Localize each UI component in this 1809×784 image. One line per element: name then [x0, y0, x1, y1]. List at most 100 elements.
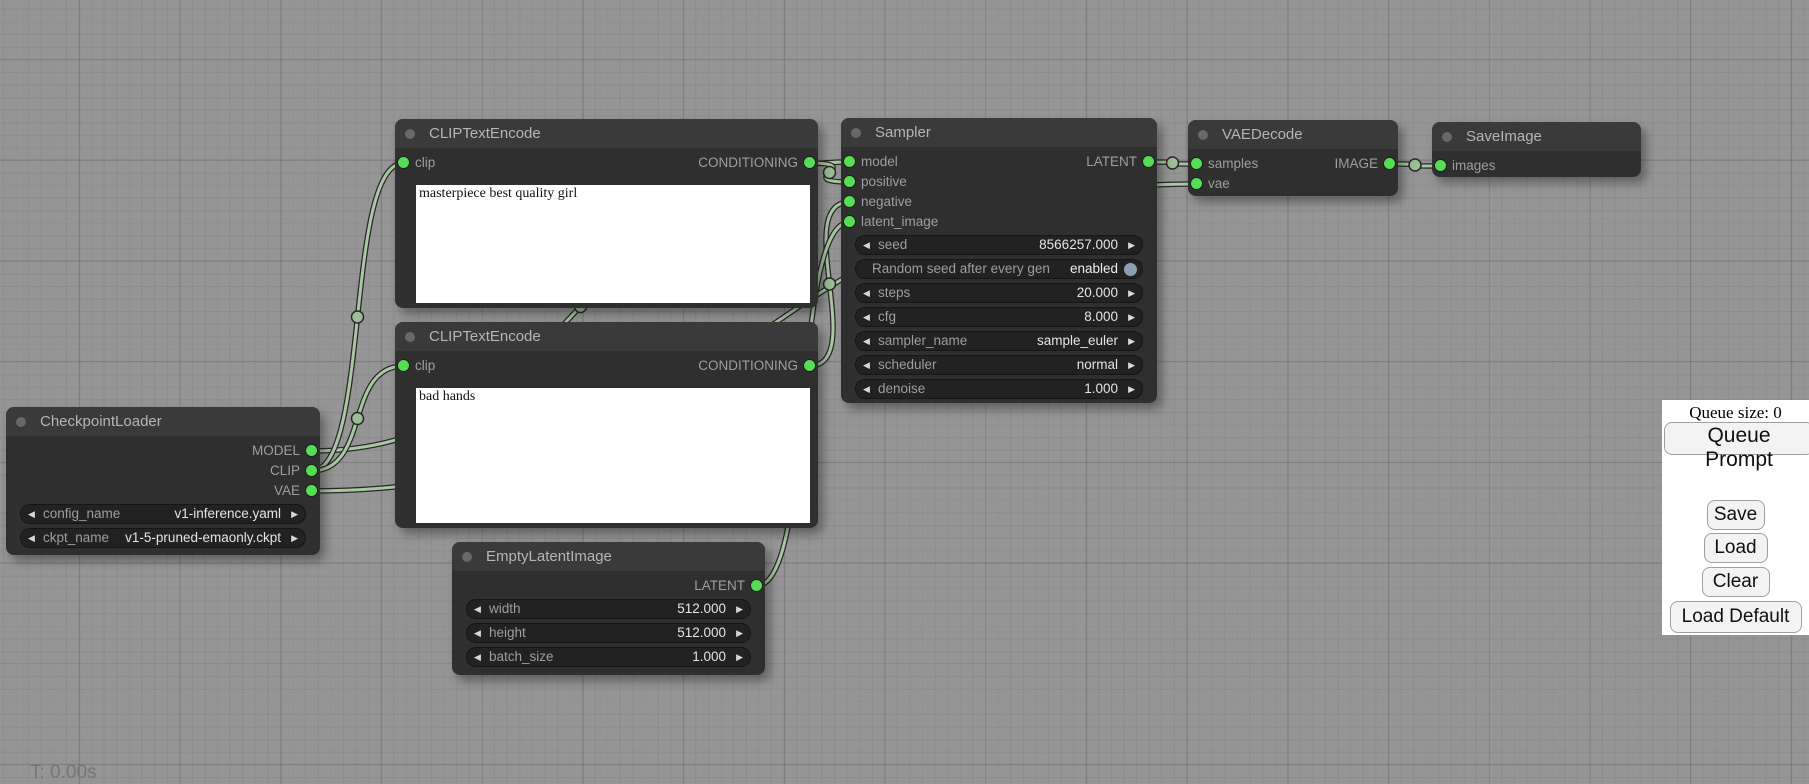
load-default-button[interactable]: Load Default — [1670, 601, 1802, 633]
node-title-bar[interactable]: EmptyLatentImage — [452, 542, 765, 571]
arrow-left-icon[interactable]: ◀ — [863, 284, 870, 302]
widget-height[interactable]: ◀▶height512.000 — [466, 623, 751, 643]
port-label: model — [861, 155, 898, 169]
port-dot-icon[interactable] — [844, 216, 855, 227]
widget-batch-size[interactable]: ◀▶batch_size1.000 — [466, 647, 751, 667]
port-dot-icon[interactable] — [306, 445, 317, 456]
port-label: positive — [861, 175, 907, 189]
collapse-dot-icon[interactable] — [16, 417, 26, 427]
widget-width[interactable]: ◀ ▶ width 512.000 — [466, 599, 751, 619]
port-dot-icon[interactable] — [751, 580, 762, 591]
arrow-right-icon[interactable]: ▶ — [291, 529, 298, 547]
widget-value: normal — [1077, 356, 1118, 374]
widget-scheduler[interactable]: ◀▶schedulernormal — [855, 355, 1143, 375]
node-save-image[interactable]: SaveImageimages — [1432, 122, 1641, 177]
node-title-bar[interactable]: CLIPTextEncode — [395, 322, 818, 351]
widget-ckpt-name[interactable]: ◀ ▶ ckpt_name v1-5-pruned-emaonly.ckpt — [20, 528, 306, 548]
arrow-right-icon[interactable]: ▶ — [1128, 308, 1135, 326]
widget-config-name[interactable]: ◀ ▶ config_name v1-inference.yaml — [20, 504, 306, 524]
arrow-right-icon[interactable]: ▶ — [736, 648, 743, 666]
arrow-right-icon[interactable]: ▶ — [1128, 380, 1135, 398]
widget-label: cfg — [878, 308, 896, 326]
arrow-left-icon[interactable]: ◀ — [863, 356, 870, 374]
port-dot-icon[interactable] — [844, 196, 855, 207]
widget-value: v1-inference.yaml — [174, 505, 281, 523]
toggle-knob-icon[interactable] — [1124, 263, 1137, 276]
node-title: CheckpointLoader — [40, 407, 162, 436]
load-button[interactable]: Load — [1704, 533, 1768, 563]
arrow-left-icon[interactable]: ◀ — [474, 648, 481, 666]
port-dot-icon[interactable] — [1143, 156, 1154, 167]
save-button[interactable]: Save — [1707, 500, 1765, 530]
port-label: MODEL — [252, 444, 300, 458]
arrow-right-icon[interactable]: ▶ — [1128, 332, 1135, 350]
port-dot-icon[interactable] — [1435, 160, 1446, 171]
port-dot-icon[interactable] — [1384, 158, 1395, 169]
widget-value: 20.000 — [1077, 284, 1118, 302]
port-dot-icon[interactable] — [306, 465, 317, 476]
port-dot-icon[interactable] — [804, 360, 815, 371]
widget-seed[interactable]: ◀▶seed8566257.000 — [855, 235, 1143, 255]
collapse-dot-icon[interactable] — [462, 552, 472, 562]
clear-button[interactable]: Clear — [1702, 567, 1770, 597]
port-dot-icon[interactable] — [844, 176, 855, 187]
widget-denoise[interactable]: ◀▶denoise1.000 — [855, 379, 1143, 399]
collapse-dot-icon[interactable] — [851, 128, 861, 138]
port-dot-icon[interactable] — [306, 485, 317, 496]
arrow-left-icon[interactable]: ◀ — [474, 600, 481, 618]
arrow-right-icon[interactable]: ▶ — [736, 600, 743, 618]
widget-steps[interactable]: ◀▶steps20.000 — [855, 283, 1143, 303]
node-checkpoint-loader[interactable]: CheckpointLoaderMODELCLIPVAE◀▶config_nam… — [6, 407, 320, 555]
prompt-textarea[interactable]: bad hands — [416, 388, 810, 523]
node-title-bar[interactable]: CLIPTextEncode — [395, 119, 818, 148]
widget-label: ckpt_name — [43, 529, 109, 547]
port-label: vae — [1208, 177, 1230, 191]
arrow-right-icon[interactable]: ▶ — [1128, 356, 1135, 374]
arrow-right-icon[interactable]: ▶ — [291, 505, 298, 523]
port-dot-icon[interactable] — [1191, 158, 1202, 169]
widget-label: width — [489, 600, 521, 618]
widget-sampler-name[interactable]: ◀▶sampler_namesample_euler — [855, 331, 1143, 351]
port-dot-icon[interactable] — [398, 360, 409, 371]
widget-label: config_name — [43, 505, 120, 523]
node-title-bar[interactable]: SaveImage — [1432, 122, 1641, 151]
node-title: SaveImage — [1466, 122, 1542, 151]
node-title-bar[interactable]: CheckpointLoader — [6, 407, 320, 436]
port-dot-icon[interactable] — [844, 156, 855, 167]
collapse-dot-icon[interactable] — [1442, 132, 1452, 142]
node-title: VAEDecode — [1222, 120, 1303, 149]
collapse-dot-icon[interactable] — [405, 129, 415, 139]
node-clip-positive[interactable]: CLIPTextEncodeclipCONDITIONINGmasterpiec… — [395, 119, 818, 308]
arrow-right-icon[interactable]: ▶ — [1128, 236, 1135, 254]
arrow-left-icon[interactable]: ◀ — [863, 308, 870, 326]
node-vae-decode[interactable]: VAEDecodesamplesvaeIMAGE — [1188, 120, 1398, 196]
collapse-dot-icon[interactable] — [1198, 130, 1208, 140]
arrow-left-icon[interactable]: ◀ — [863, 236, 870, 254]
arrow-right-icon[interactable]: ▶ — [1128, 284, 1135, 302]
arrow-left-icon[interactable]: ◀ — [28, 505, 35, 523]
widget-label: batch_size — [489, 648, 554, 666]
node-sampler[interactable]: Samplermodelpositivenegativelatent_image… — [841, 118, 1157, 403]
port-label: clip — [415, 359, 435, 373]
node-title-bar[interactable]: Sampler — [841, 118, 1157, 147]
node-clip-negative[interactable]: CLIPTextEncodeclipCONDITIONINGbad hands — [395, 322, 818, 528]
widget-value: 512.000 — [677, 600, 726, 618]
queue-prompt-button[interactable]: Queue Prompt — [1664, 422, 1809, 455]
arrow-left-icon[interactable]: ◀ — [28, 529, 35, 547]
arrow-left-icon[interactable]: ◀ — [474, 624, 481, 642]
widget-value: v1-5-pruned-emaonly.ckpt — [125, 529, 281, 547]
port-dot-icon[interactable] — [398, 157, 409, 168]
port-dot-icon[interactable] — [804, 157, 815, 168]
collapse-dot-icon[interactable] — [405, 332, 415, 342]
widget-random-seed-after-every-gen[interactable]: Random seed after every genenabled — [855, 259, 1143, 279]
port-dot-icon[interactable] — [1191, 178, 1202, 189]
node-title-bar[interactable]: VAEDecode — [1188, 120, 1398, 149]
node-empty-latent[interactable]: EmptyLatentImageLATENT◀▶width512.000◀▶he… — [452, 542, 765, 675]
arrow-left-icon[interactable]: ◀ — [863, 332, 870, 350]
prompt-textarea[interactable]: masterpiece best quality girl — [416, 185, 810, 303]
arrow-left-icon[interactable]: ◀ — [863, 380, 870, 398]
widget-cfg[interactable]: ◀▶cfg8.000 — [855, 307, 1143, 327]
node-graph-canvas[interactable]: CheckpointLoaderMODELCLIPVAE◀▶config_nam… — [0, 0, 1809, 782]
arrow-right-icon[interactable]: ▶ — [736, 624, 743, 642]
widget-value: 1.000 — [1084, 380, 1118, 398]
